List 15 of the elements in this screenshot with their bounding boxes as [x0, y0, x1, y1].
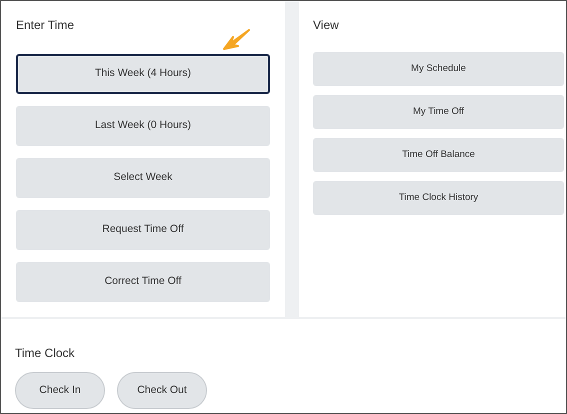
menu-button[interactable]: Time Off Balance: [313, 138, 564, 172]
menu-button[interactable]: Time Clock History: [313, 181, 564, 215]
menu-button[interactable]: Select Week: [16, 158, 270, 198]
menu-button[interactable]: Correct Time Off: [16, 262, 270, 302]
section-title: View: [313, 19, 340, 31]
clock-button[interactable]: Check Out: [117, 372, 207, 409]
menu-button[interactable]: Last Week (0 Hours): [16, 106, 270, 146]
section-title: Enter Time: [16, 19, 76, 31]
menu-button[interactable]: Request Time Off: [16, 210, 270, 250]
clock-button[interactable]: Check In: [15, 372, 105, 409]
menu-button[interactable]: My Schedule: [313, 52, 564, 86]
section-title: Time Clock: [15, 347, 76, 359]
arrow-icon: [222, 29, 250, 51]
menu-button[interactable]: My Time Off: [313, 95, 564, 129]
menu-button[interactable]: This Week (4 Hours): [16, 54, 270, 94]
